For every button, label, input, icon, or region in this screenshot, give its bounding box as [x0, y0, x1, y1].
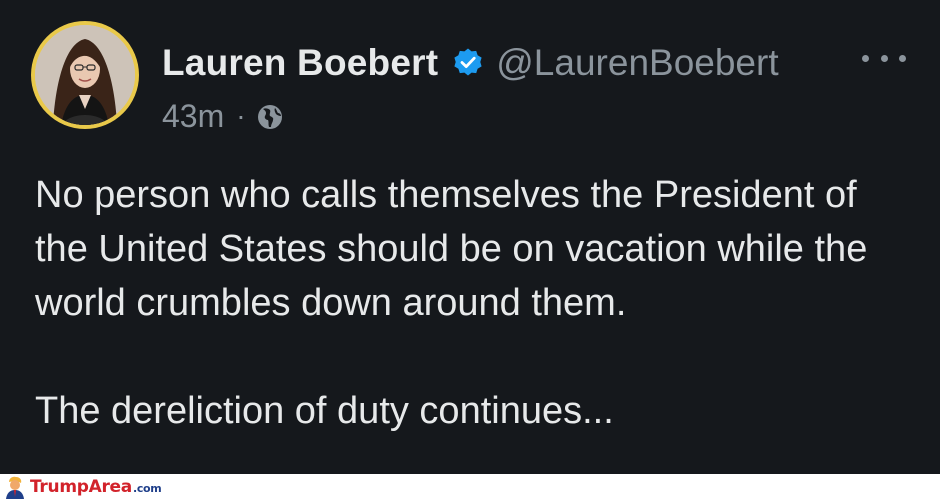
globe-icon	[256, 102, 284, 130]
more-dot	[880, 54, 888, 62]
timestamp[interactable]: 43m	[162, 98, 224, 135]
tweet-paragraph: The dereliction of duty continues...	[35, 390, 614, 432]
more-dot	[899, 54, 906, 62]
more-dot	[862, 54, 869, 62]
meta-row: 43m ·	[162, 96, 284, 136]
author-row: Lauren Boebert @LaurenBoebert	[162, 40, 779, 86]
more-options-icon[interactable]	[862, 46, 906, 70]
tweet-paragraph: No person who calls themselves the Presi…	[35, 174, 868, 324]
watermark-tld: .com	[132, 482, 162, 495]
avatar[interactable]	[31, 21, 139, 129]
watermark-name: TrumpArea	[30, 477, 132, 497]
verified-badge-icon	[452, 47, 484, 79]
handle[interactable]: @LaurenBoebert	[496, 42, 778, 84]
tweet-text: No person who calls themselves the Presi…	[35, 168, 915, 438]
watermark-text: TrumpArea.com	[30, 477, 162, 497]
avatar-photo	[35, 25, 135, 125]
separator: ·	[236, 100, 246, 131]
watermark: TrumpArea.com	[4, 475, 162, 499]
display-name[interactable]: Lauren Boebert	[162, 42, 438, 84]
trump-figure-icon	[4, 475, 26, 499]
tweet-card: Lauren Boebert @LaurenBoebert 43m · No p…	[0, 0, 940, 474]
watermark-bar: TrumpArea.com	[0, 474, 940, 500]
